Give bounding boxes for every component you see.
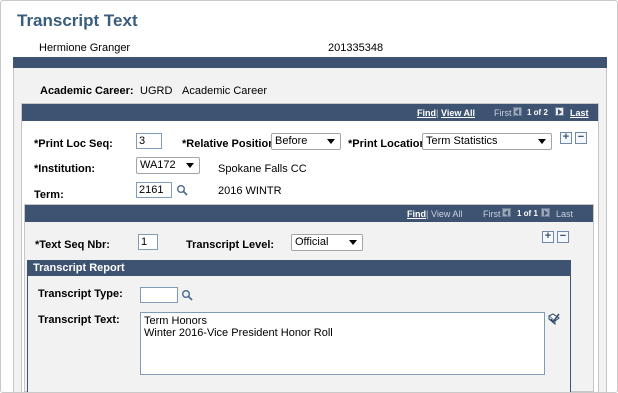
print-location-scroll-area: Find | View All First 1 of 2 Last *Print…: [21, 103, 599, 392]
nav-separator: |: [436, 108, 439, 118]
first-label: First: [483, 209, 501, 219]
nav-separator: |: [426, 209, 429, 219]
magnifier-icon[interactable]: [181, 289, 193, 301]
academic-career-description: Academic Career: [182, 85, 267, 97]
relative-position-label: *Relative Position:: [182, 138, 279, 150]
print-location-select[interactable]: Term Statistics: [422, 133, 552, 150]
magnifier-icon[interactable]: [176, 184, 188, 196]
transcript-text-line: Winter 2016-Vice President Honor Roll: [144, 327, 333, 339]
transcript-text-area[interactable]: Term Honors Winter 2016-Vice President H…: [140, 312, 545, 375]
transcript-text-label: Transcript Text:: [38, 314, 120, 326]
text-seq-scroll-area: Find | View All First 1 of 1 Last *Text …: [24, 204, 594, 392]
student-name: Hermione Granger: [39, 42, 131, 54]
transcript-type-label: Transcript Type:: [38, 288, 123, 300]
window: Transcript Text Hermione Granger 2013353…: [0, 0, 618, 393]
transcript-level-value: Official: [295, 236, 329, 248]
transcript-report-group: Transcript Report Transcript Type: Trans…: [27, 260, 571, 392]
student-id: 201335348: [328, 42, 384, 54]
row-count: 1 of 2: [527, 108, 548, 117]
academic-career-label: Academic Career:: [40, 85, 134, 97]
institution-label: *Institution:: [34, 163, 96, 175]
first-label: First: [494, 108, 512, 118]
add-row-button[interactable]: +: [560, 132, 572, 144]
chevron-down-icon: [538, 139, 546, 144]
transcript-report-header: Transcript Report: [28, 261, 570, 276]
term-input[interactable]: 2161: [136, 182, 172, 198]
print-location-navbar: Find | View All First 1 of 2 Last: [22, 104, 598, 121]
academic-career-code: UGRD: [140, 85, 173, 97]
transcript-level-label: Transcript Level:: [186, 239, 275, 251]
top-bar: [13, 57, 607, 68]
find-link[interactable]: Find: [407, 209, 426, 219]
print-loc-seq-input[interactable]: 3: [136, 133, 162, 149]
print-loc-seq-label: *Print Loc Seq:: [34, 138, 113, 150]
last-link[interactable]: Last: [570, 108, 589, 118]
relative-position-select[interactable]: Before: [271, 133, 341, 150]
page-title: Transcript Text: [17, 11, 138, 30]
print-location-label: *Print Location:: [348, 138, 430, 150]
transcript-level-select[interactable]: Official: [291, 234, 363, 251]
text-seq-nbr-input[interactable]: 1: [138, 234, 158, 250]
find-link[interactable]: Find: [417, 108, 436, 118]
text-seq-nbr-label: *Text Seq Nbr:: [35, 239, 110, 251]
transcript-type-input[interactable]: [140, 287, 178, 303]
delete-row-button[interactable]: −: [557, 231, 569, 243]
view-all-link[interactable]: View All: [441, 108, 475, 118]
next-arrow-icon[interactable]: [555, 107, 564, 116]
chevron-down-icon: [186, 163, 194, 168]
delete-row-button[interactable]: −: [575, 132, 587, 144]
term-description: 2016 WINTR: [218, 185, 282, 197]
add-row-button[interactable]: +: [542, 231, 554, 243]
last-label: Last: [556, 209, 574, 219]
chevron-down-icon: [327, 139, 335, 144]
next-arrow-icon: [541, 208, 550, 217]
view-all-label: View All: [431, 209, 463, 219]
transcript-text-line: Term Honors: [144, 315, 207, 327]
spellcheck-icon[interactable]: [547, 312, 561, 326]
institution-description: Spokane Falls CC: [218, 163, 307, 175]
relative-position-value: Before: [275, 135, 308, 147]
text-seq-navbar: Find | View All First 1 of 1 Last: [25, 205, 593, 222]
institution-value: WA172: [140, 159, 176, 171]
outer-section: Academic Career: UGRD Academic Career Fi…: [13, 68, 607, 392]
row-count: 1 of 1: [517, 209, 538, 218]
chevron-down-icon: [349, 240, 357, 245]
print-location-value: Term Statistics: [426, 135, 498, 147]
first-arrow-icon: [502, 208, 511, 217]
term-label: Term:: [34, 189, 64, 201]
institution-select[interactable]: WA172: [136, 157, 200, 174]
first-arrow-icon: [513, 107, 522, 116]
